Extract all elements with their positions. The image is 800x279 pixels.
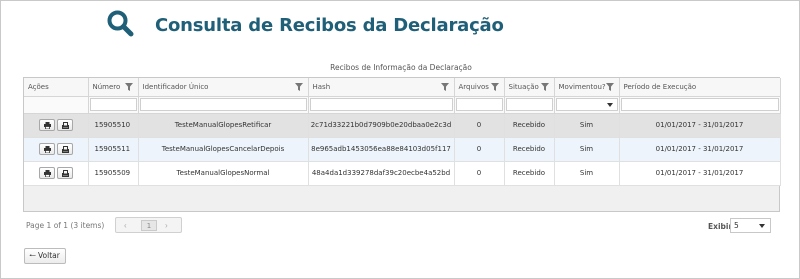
column-header-movimentou[interactable]: Movimentou? (554, 78, 620, 97)
cell-periodo: 01/01/2017 - 31/01/2017 (619, 137, 781, 162)
column-header-label: Movimentou? (558, 82, 606, 91)
filter-cell-situacao (504, 96, 555, 114)
print-button[interactable] (38, 167, 55, 179)
filter-icon[interactable] (540, 83, 549, 91)
filter-cell-movimentou (554, 96, 620, 114)
column-header-label: Período de Execução (623, 82, 697, 91)
cell-arquivos: 0 (454, 113, 505, 138)
table-row[interactable]: 15905511 TesteManualGlopesCancelarDepois 8… (24, 137, 781, 162)
pager-prev-button[interactable]: ‹ (124, 221, 127, 230)
cell-numero: 15905511 (88, 137, 139, 162)
table-row[interactable]: 15905510 TesteManualGlopesRetificar 2c71d3… (24, 113, 781, 138)
column-header-label: Arquivos (458, 82, 489, 91)
cell-arquivos: 0 (454, 161, 505, 186)
pager-next-button[interactable]: › (165, 221, 168, 230)
filter-input-identificador[interactable] (139, 98, 307, 111)
chevron-down-icon (759, 224, 765, 228)
page-title: Consulta de Recibos da Declaração (155, 14, 504, 36)
row-actions (24, 137, 89, 162)
page-header: Consulta de Recibos da Declaração (106, 10, 504, 40)
cell-situacao: Recebido (504, 113, 555, 138)
grid-pager: Page 1 of 1 (3 items) ‹ 1 › Exibir 5 (23, 212, 780, 238)
back-button-label: Voltar (38, 251, 60, 260)
column-header-acoes[interactable]: Ações (24, 78, 89, 97)
column-header-periodo[interactable]: Período de Execução (619, 78, 781, 97)
print-button[interactable] (38, 119, 55, 131)
filter-icon[interactable] (605, 83, 614, 91)
filter-input-movimentou[interactable] (555, 98, 618, 111)
cell-situacao: Recebido (504, 137, 555, 162)
filter-icon[interactable] (124, 83, 133, 91)
filter-input-hash[interactable] (309, 98, 453, 111)
grid-caption: Recibos de Informação da Declaração (330, 63, 472, 72)
filter-icon[interactable] (294, 83, 303, 91)
filter-cell-periodo (619, 96, 781, 114)
cell-periodo: 01/01/2017 - 31/01/2017 (619, 161, 781, 186)
column-header-identificador[interactable]: Identificador Único (138, 78, 309, 97)
pager-buttons: ‹ 1 › (115, 217, 182, 233)
row-actions (24, 113, 89, 138)
page-size-select[interactable]: 5 (730, 218, 771, 233)
arrow-left-icon: 🠐 (29, 251, 36, 260)
pager-info: Page 1 of 1 (3 items) (26, 221, 105, 230)
receipts-grid: Ações Número Identificador Único Hash Arquiv… (23, 77, 781, 212)
cell-movimentou: Sim (554, 161, 620, 186)
cell-movimentou: Sim (554, 137, 620, 162)
download-button[interactable] (56, 143, 73, 155)
column-header-label: Ações (28, 82, 49, 91)
download-button[interactable] (56, 167, 73, 179)
page-size-label: Exibir (708, 222, 733, 231)
column-header-label: Número (92, 82, 121, 91)
cell-numero: 15905509 (88, 161, 139, 186)
cell-identificador: TesteManualGlopesRetificar (138, 113, 309, 138)
filter-icon[interactable] (440, 83, 449, 91)
filter-input-arquivos[interactable] (455, 98, 503, 111)
column-header-hash[interactable]: Hash (308, 78, 455, 97)
cell-situacao: Recebido (504, 161, 555, 186)
page-size-value: 5 (734, 221, 739, 230)
column-header-label: Hash (312, 82, 331, 91)
cell-hash: 8e965adb1453056ea88e84103d05f117 (308, 137, 455, 162)
filter-cell-identificador (138, 96, 309, 114)
cell-arquivos: 0 (454, 137, 505, 162)
table-row[interactable]: 15905509 TesteManualGlopesNormal 48a4da1d3… (24, 161, 781, 186)
row-actions (24, 161, 89, 186)
filter-icon[interactable] (490, 83, 499, 91)
print-button[interactable] (38, 143, 55, 155)
cell-periodo: 01/01/2017 - 31/01/2017 (619, 113, 781, 138)
filter-input-numero[interactable] (89, 98, 137, 111)
filter-input-periodo[interactable] (620, 98, 779, 111)
column-header-label: Identificador Único (142, 82, 209, 91)
pager-current-page[interactable]: 1 (141, 220, 157, 231)
page-frame: Consulta de Recibos da Declaração Recibo… (0, 0, 800, 279)
column-header-arquivos[interactable]: Arquivos (454, 78, 505, 97)
column-header-label: Situação (508, 82, 539, 91)
cell-hash: 2c71d33221b0d7909b0e20dbaa0e2c3d (308, 113, 455, 138)
column-header-situacao[interactable]: Situação (504, 78, 555, 97)
search-icon (106, 9, 134, 42)
cell-identificador: TesteManualGlopesCancelarDepois (138, 137, 309, 162)
download-button[interactable] (56, 119, 73, 131)
back-button[interactable]: 🠐 Voltar (24, 248, 66, 264)
cell-hash: 48a4da1d339278daf39c20ecbe4a52bd (308, 161, 455, 186)
receipts-table: Ações Número Identificador Único Hash Arquiv… (24, 78, 781, 186)
cell-numero: 15905510 (88, 113, 139, 138)
filter-cell-numero (88, 96, 139, 114)
filter-input-situacao[interactable] (505, 98, 553, 111)
filter-cell-hash (308, 96, 455, 114)
chevron-down-icon (606, 103, 613, 107)
filter-cell-acoes (24, 96, 89, 114)
cell-identificador: TesteManualGlopesNormal (138, 161, 309, 186)
cell-movimentou: Sim (554, 113, 620, 138)
filter-cell-arquivos (454, 96, 505, 114)
column-header-numero[interactable]: Número (88, 78, 139, 97)
